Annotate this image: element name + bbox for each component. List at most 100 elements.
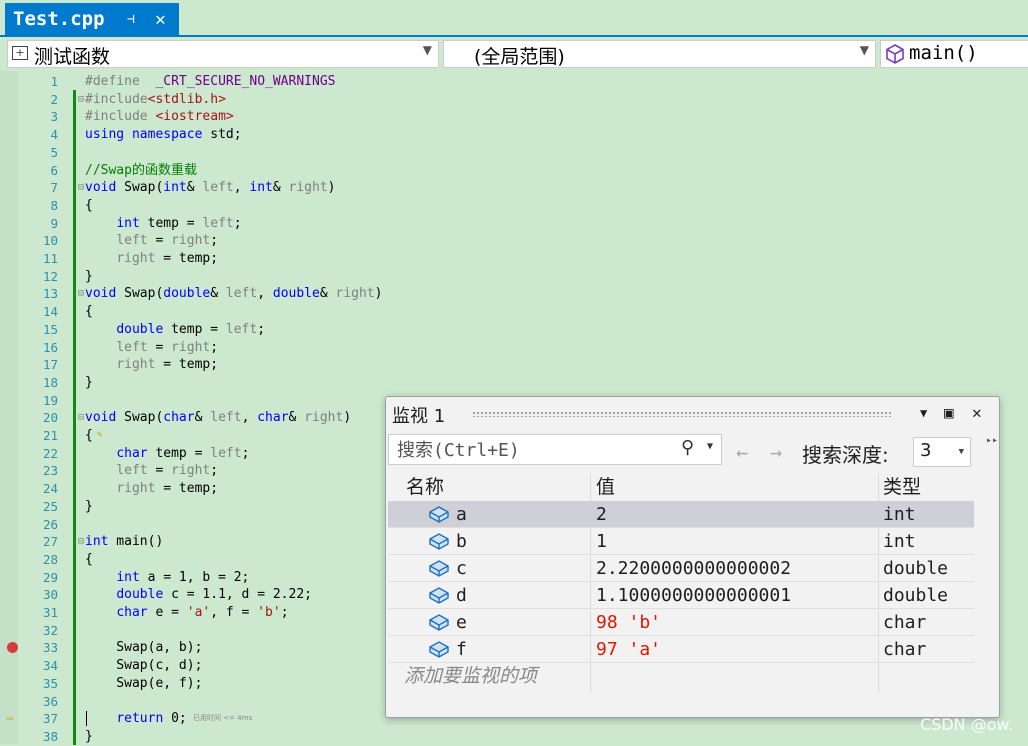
maximize-icon[interactable]: ▣ [944, 403, 954, 423]
window-menu-icon[interactable]: ▼ [920, 403, 927, 423]
toolbar-overflow-icon[interactable]: ▸▸ [986, 435, 998, 446]
watch-type: char [883, 639, 927, 660]
code-line[interactable]: 38} [0, 728, 1028, 746]
grid-header: 名称 值 类型 [388, 473, 974, 502]
watch-type: char [883, 612, 927, 633]
code-line[interactable]: 16 left = right; [0, 339, 1028, 357]
code-line[interactable]: 2 ⊟ #include<stdlib.h> [0, 91, 1028, 109]
search-icon[interactable]: ⚲ [681, 437, 694, 458]
code-line[interactable]: 13 ⊟ void Swap(double& left, double& right… [0, 285, 1028, 303]
search-next-icon[interactable]: → [770, 440, 782, 464]
line-number: 9 [50, 215, 58, 231]
member-dropdown[interactable]: main() [880, 40, 1028, 68]
watch-window[interactable]: 监视 1 ▼ ▣ ✕ ⚲ ▼ ← → 搜索深度: 3 ▼ ▸▸ 名称 值 类型 … [385, 396, 1000, 718]
watch-type: int [883, 531, 916, 552]
drag-grip[interactable] [472, 411, 892, 417]
code-line[interactable]: 15 double temp = left; [0, 321, 1028, 339]
code-text: return 0; [116, 711, 187, 727]
watch-value[interactable]: 2.2200000000000002 [596, 555, 791, 582]
watch-row[interactable]: f 97 'a' char [388, 636, 974, 663]
code-line[interactable]: 17 right = temp; [0, 356, 1028, 374]
watch-name[interactable]: e [456, 609, 467, 636]
scope-name: (全局范围) [474, 46, 565, 68]
close-tab-icon[interactable]: ✕ [155, 3, 166, 36]
code-line[interactable]: 8{ [0, 197, 1028, 215]
code-line[interactable]: 14 { [0, 303, 1028, 321]
function-cube-icon [886, 44, 904, 64]
variable-icon [428, 505, 450, 527]
fold-toggle-icon[interactable]: ⊟ [78, 91, 84, 109]
instruction-pointer-icon[interactable]: ⇨ [6, 710, 13, 728]
watch-row[interactable]: a 2 int [388, 501, 974, 528]
code-line[interactable]: 5 [0, 144, 1028, 162]
watch-row[interactable]: d 1.1000000000000001 double [388, 582, 974, 609]
add-watch-placeholder: 添加要监视的项 [404, 665, 538, 687]
chevron-down-icon[interactable]: ▼ [707, 441, 713, 452]
code-line[interactable]: 6 //Swap的函数重载 [0, 162, 1028, 180]
line-number: 12 [42, 268, 58, 284]
code-text: void Swap(char& left, char& right) [85, 410, 352, 426]
column-header-value[interactable]: 值 [596, 473, 615, 501]
variable-icon [428, 559, 450, 581]
watch-value[interactable]: 97 'a' [596, 636, 661, 663]
close-icon[interactable]: ✕ [972, 403, 982, 423]
column-header-type[interactable]: 类型 [883, 473, 921, 501]
code-line[interactable]: 18} [0, 374, 1028, 392]
watch-row[interactable]: e 98 'b' char [388, 609, 974, 636]
code-text: void Swap(double& left, double& right) [85, 286, 383, 302]
watch-name[interactable]: f [456, 636, 467, 663]
fold-toggle-icon[interactable]: ⊟ [78, 179, 84, 197]
watch-type: double [883, 558, 949, 579]
watch-value[interactable]: 1.1000000000000001 [596, 582, 791, 609]
code-text: void Swap(int& left, int& right) [85, 180, 336, 196]
line-number: 1 [50, 74, 58, 89]
code-line[interactable]: 10 left = right; [0, 232, 1028, 250]
line-number: 3 [50, 109, 58, 125]
scope-dropdown[interactable]: (全局范围) ▼ [443, 40, 876, 68]
fold-toggle-icon[interactable]: ⊟ [78, 409, 84, 427]
member-name: main() [909, 42, 978, 64]
watch-search-box[interactable]: ⚲ ▼ [388, 434, 722, 465]
code-text: int temp = left; [116, 215, 242, 231]
fold-toggle-icon[interactable]: ⊟ [78, 285, 84, 303]
code-line[interactable]: 3 #include <iostream> [0, 108, 1028, 126]
watch-value[interactable]: 1 [596, 528, 607, 555]
search-depth-select[interactable]: 3 ▼ [913, 437, 971, 467]
watch-row[interactable]: c 2.2200000000000002 double [388, 555, 974, 582]
line-number: 38 [42, 728, 58, 744]
add-watch-row[interactable]: 添加要监视的项 [388, 663, 974, 690]
line-number: 37 [42, 711, 58, 727]
code-line[interactable]: 12} [0, 268, 1028, 286]
watch-name[interactable]: c [456, 555, 467, 582]
code-line[interactable]: 11 right = temp; [0, 250, 1028, 268]
project-dropdown[interactable]: + 测试函数 ▼ [7, 40, 439, 68]
search-input[interactable] [395, 438, 669, 462]
code-line[interactable]: 7 ⊟ void Swap(int& left, int& right) [0, 179, 1028, 197]
variable-icon [428, 613, 450, 635]
watermark: CSDN @ow. [920, 715, 1014, 734]
fold-toggle-icon[interactable]: ⊟ [78, 533, 84, 551]
column-header-name[interactable]: 名称 [406, 473, 444, 501]
line-number: 19 [42, 392, 58, 408]
quick-action-icon[interactable]: ✎ [97, 427, 102, 445]
code-text: { [85, 428, 93, 443]
pin-icon[interactable]: ⊣ [127, 3, 135, 36]
search-previous-icon[interactable]: ← [736, 440, 748, 464]
code-text: { [85, 551, 93, 567]
code-line[interactable]: 9 int temp = left; [0, 215, 1028, 233]
watch-name[interactable]: b [456, 528, 467, 555]
line-number: 29 [42, 569, 58, 585]
watch-name[interactable]: d [456, 582, 467, 609]
code-line[interactable]: 4 using namespace std; [0, 126, 1028, 144]
watch-value[interactable]: 98 'b' [596, 609, 661, 636]
line-number: 17 [42, 357, 58, 373]
code-line[interactable]: 1 #define _CRT_SECURE_NO_WARNINGS [0, 73, 1028, 91]
breakpoint-icon[interactable] [7, 642, 18, 654]
watch-name[interactable]: a [456, 501, 467, 528]
perf-tip[interactable]: 已用时间 <= 4ms [193, 710, 252, 728]
watch-value[interactable]: 2 [596, 501, 607, 528]
watch-row[interactable]: b 1 int [388, 528, 974, 555]
tab-test-cpp[interactable]: Test.cpp ⊣ ✕ [5, 3, 179, 36]
code-text: Swap(c, d); [85, 658, 203, 674]
search-depth-label: 搜索深度: [802, 443, 889, 467]
